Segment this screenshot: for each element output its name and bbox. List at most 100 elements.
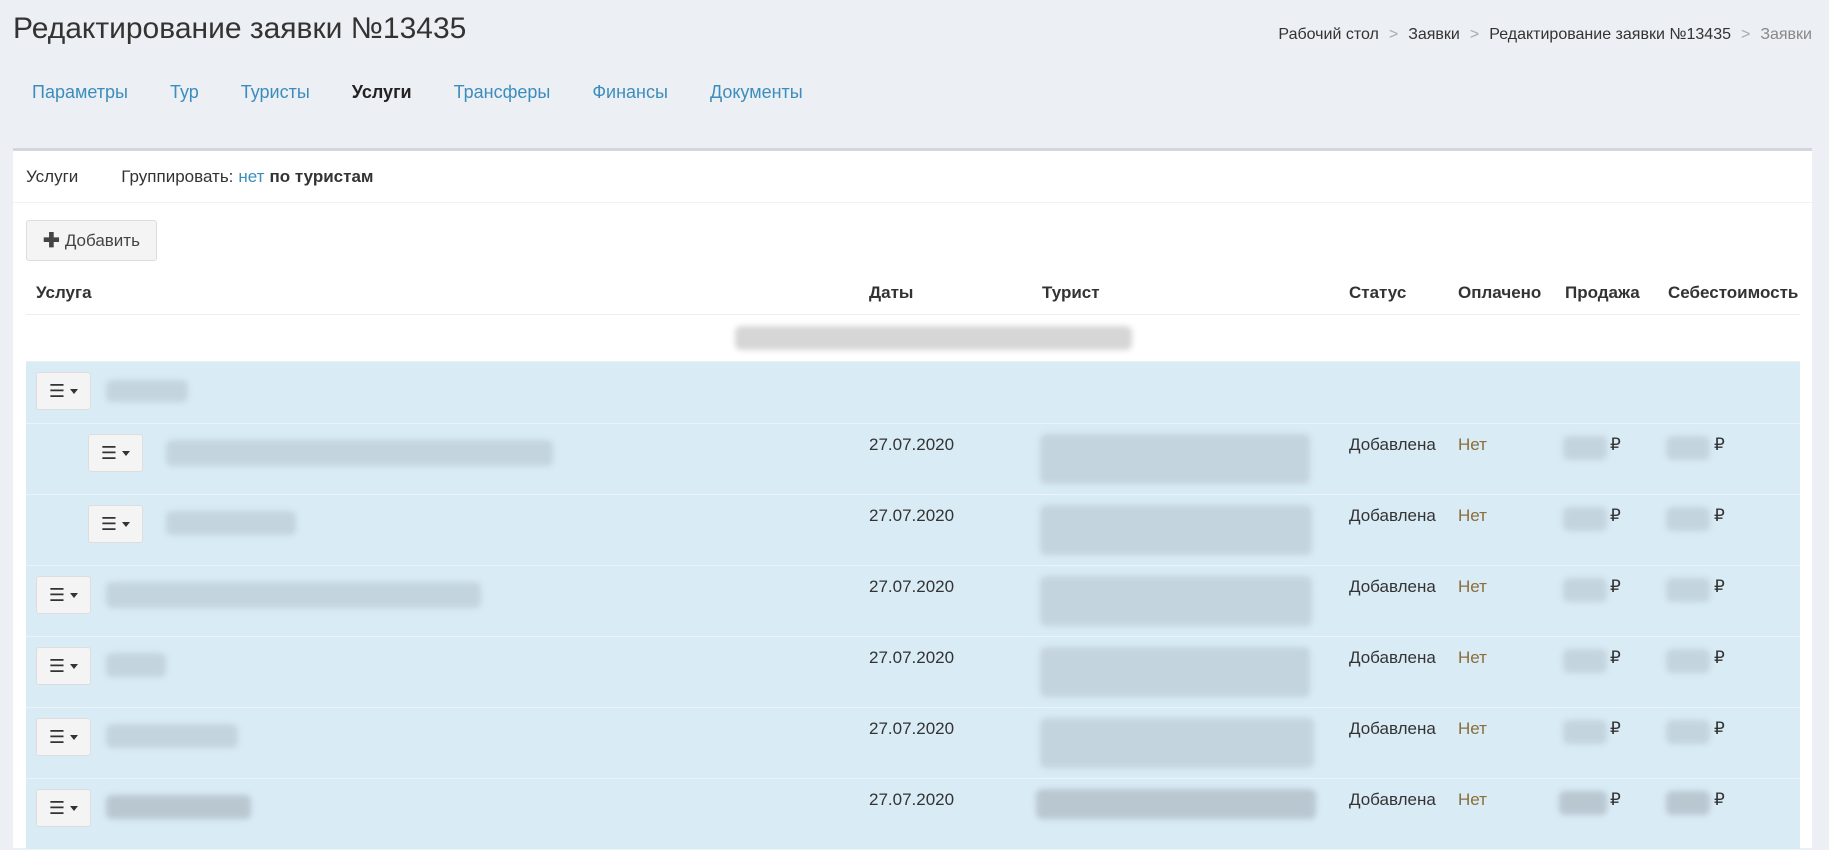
tab-tour[interactable]: Тур [170, 80, 199, 104]
table-row: ☰ 27.07.2020 Добавлена Нет ₽ ₽ [26, 708, 1800, 779]
chevron-down-icon [122, 521, 131, 527]
service-paid: Нет [1458, 506, 1487, 525]
redacted-text [1040, 647, 1310, 697]
breadcrumb-item-edit-order[interactable]: Редактирование заявки №13435 [1489, 26, 1731, 44]
redacted-text [1666, 791, 1710, 815]
cost-currency: ₽ [1714, 435, 1725, 454]
row-menu-button[interactable]: ☰ [88, 505, 143, 543]
tab-parameters[interactable]: Параметры [32, 80, 128, 104]
service-status: Добавлена [1349, 577, 1436, 596]
add-service-button[interactable]: ✚ Добавить [26, 220, 157, 261]
service-date: 27.07.2020 [869, 719, 955, 738]
column-header-status: Статус [1349, 283, 1407, 302]
tab-tourists[interactable]: Туристы [241, 80, 310, 104]
redacted-text [166, 440, 553, 466]
redacted-text [106, 380, 188, 402]
service-paid: Нет [1458, 719, 1487, 738]
service-status: Добавлена [1349, 435, 1436, 454]
redacted-text [1563, 720, 1607, 744]
service-status: Добавлена [1349, 790, 1436, 809]
column-header-sale: Продажа [1565, 283, 1640, 302]
page-title: Редактирование заявки №13435 [13, 12, 467, 45]
chevron-down-icon [70, 388, 79, 394]
service-paid: Нет [1458, 577, 1487, 596]
redacted-text [106, 795, 251, 819]
chevron-down-icon [70, 734, 79, 740]
breadcrumb: Рабочий стол > Заявки > Редактирование з… [1278, 26, 1812, 44]
row-menu-button[interactable]: ☰ [36, 718, 91, 756]
chevron-down-icon [70, 663, 79, 669]
column-header-tourist: Турист [1042, 283, 1100, 302]
redacted-text [1563, 649, 1607, 673]
add-button-label: Добавить [64, 230, 140, 250]
redacted-text [1563, 578, 1607, 602]
cost-currency: ₽ [1714, 790, 1725, 809]
row-menu-button[interactable]: ☰ [36, 372, 91, 410]
redacted-text [1666, 649, 1710, 673]
redacted-text [1666, 720, 1710, 744]
sale-currency: ₽ [1610, 719, 1621, 738]
hamburger-icon: ☰ [100, 443, 118, 463]
column-header-cost: Себестоимость [1668, 283, 1799, 302]
table-row: ☰ 27.07.2020 Добавлена Нет ₽ ₽ [26, 637, 1800, 708]
hamburger-icon: ☰ [48, 585, 66, 605]
panel-title: Услуги [26, 166, 79, 186]
table-row: ☰ 27.07.2020 Добавлена Нет ₽ ₽ [26, 424, 1800, 495]
breadcrumb-item-dashboard[interactable]: Рабочий стол [1278, 26, 1378, 44]
cost-currency: ₽ [1714, 648, 1725, 667]
sale-currency: ₽ [1610, 506, 1621, 525]
redacted-text [1036, 789, 1316, 819]
column-header-service: Услуга [36, 283, 92, 302]
redacted-text [1666, 507, 1710, 531]
tab-finances[interactable]: Финансы [592, 80, 668, 104]
group-by-tourist-option[interactable]: по туристам [269, 167, 373, 187]
row-menu-button[interactable]: ☰ [88, 434, 143, 472]
redacted-text [1040, 718, 1314, 768]
tab-services[interactable]: Услуги [352, 80, 412, 104]
cost-currency: ₽ [1714, 577, 1725, 596]
chevron-down-icon [70, 805, 79, 811]
plus-icon: ✚ [43, 230, 60, 252]
sale-currency: ₽ [1610, 435, 1621, 454]
services-panel: Услуги Группировать: нет по туристам ✚ Д… [13, 148, 1812, 850]
service-date: 27.07.2020 [869, 577, 955, 596]
table-row: ☰ [26, 362, 1800, 424]
service-paid: Нет [1458, 435, 1487, 454]
group-header-row [26, 316, 1800, 362]
service-date: 27.07.2020 [869, 790, 955, 809]
hamburger-icon: ☰ [48, 381, 66, 401]
cost-currency: ₽ [1714, 719, 1725, 738]
chevron-down-icon [70, 592, 79, 598]
group-by-label: Группировать: [121, 166, 234, 186]
redacted-text [1040, 505, 1312, 555]
row-menu-button[interactable]: ☰ [36, 647, 91, 685]
redacted-text [1666, 436, 1710, 460]
redacted-text [1563, 436, 1607, 460]
breadcrumb-item-orders[interactable]: Заявки [1408, 26, 1460, 44]
breadcrumb-separator: > [1469, 26, 1480, 43]
service-date: 27.07.2020 [869, 648, 955, 667]
redacted-text [1666, 578, 1710, 602]
service-status: Добавлена [1349, 719, 1436, 738]
row-menu-button[interactable]: ☰ [36, 576, 91, 614]
breadcrumb-separator: > [1740, 26, 1751, 43]
tab-documents[interactable]: Документы [710, 80, 803, 104]
tab-transfers[interactable]: Трансферы [454, 80, 551, 104]
hamburger-icon: ☰ [48, 727, 66, 747]
service-paid: Нет [1458, 648, 1487, 667]
group-none-link[interactable]: нет [238, 167, 264, 187]
row-menu-button[interactable]: ☰ [36, 789, 91, 827]
redacted-text [1563, 507, 1607, 531]
redacted-text [1040, 576, 1312, 626]
breadcrumb-item-current: Заявки [1760, 26, 1812, 43]
table-row: ☰ 27.07.2020 Добавлена Нет ₽ ₽ [26, 566, 1800, 637]
redacted-text [166, 511, 296, 535]
panel-header: Услуги Группировать: нет по туристам [13, 151, 1812, 203]
service-date: 27.07.2020 [869, 435, 955, 454]
column-header-dates: Даты [869, 283, 914, 302]
redacted-text [106, 653, 166, 677]
hamburger-icon: ☰ [48, 798, 66, 818]
redacted-text [735, 326, 1132, 350]
tabs-nav: Параметры Тур Туристы Услуги Трансферы Ф… [32, 80, 845, 104]
table-row: ☰ 27.07.2020 Добавлена Нет ₽ ₽ [26, 495, 1800, 566]
